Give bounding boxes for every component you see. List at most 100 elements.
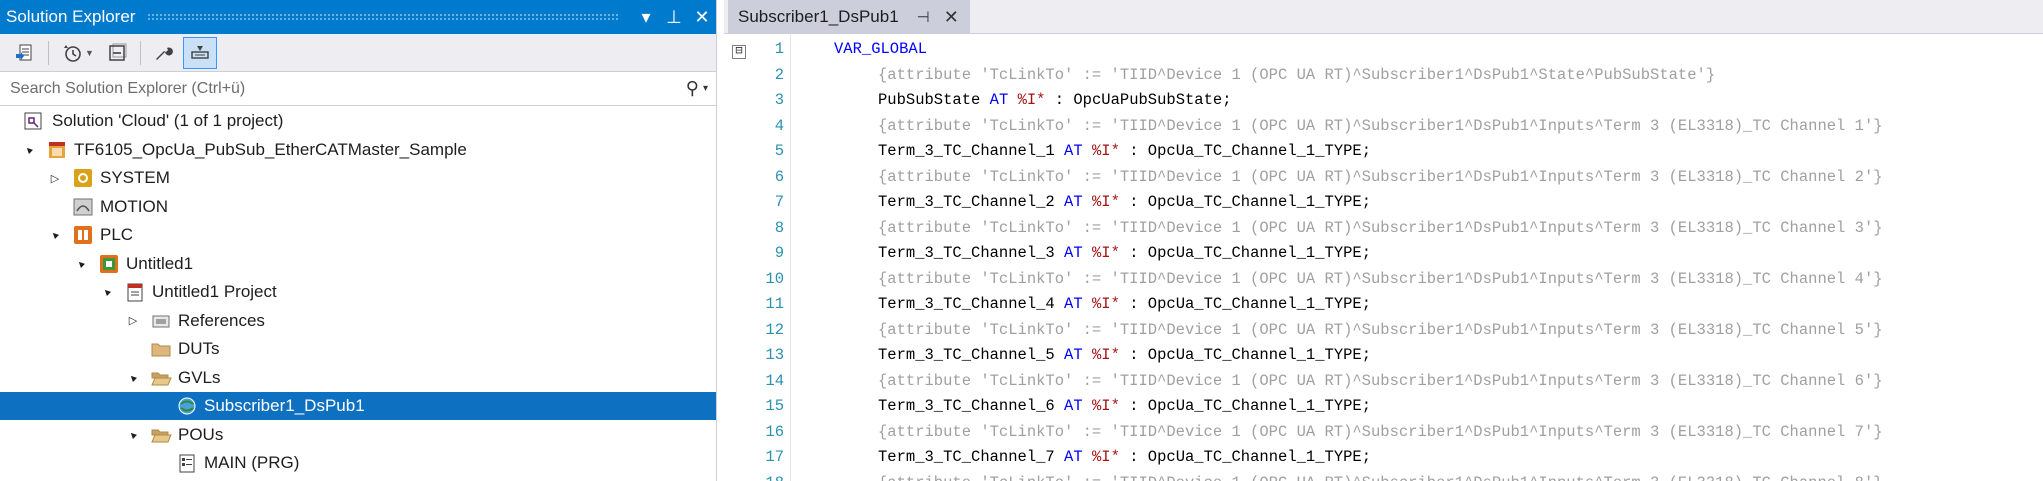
tree-node[interactable]: Subscriber1_DsPub1 xyxy=(0,392,716,420)
attribute-pragma: {attribute 'TcLinkTo' := 'TIID^Device 1 … xyxy=(878,474,1883,481)
line-number: 8 xyxy=(774,218,784,237)
keep-tab-open-pin-icon[interactable]: ⊣ xyxy=(917,8,930,26)
collapse-arrow-icon[interactable]: ▲ xyxy=(46,226,64,244)
expand-arrow-icon[interactable]: ▷ xyxy=(48,171,62,185)
variable-name: Term_3_TC_Channel_1 xyxy=(878,142,1055,160)
window-position-dropdown-icon[interactable]: ▾ xyxy=(632,7,660,28)
code-line[interactable]: 2 {attribute 'TcLinkTo' := 'TIID^Device 1… xyxy=(724,66,2043,92)
data-type: : OpcUa_TC_Channel_1_TYPE; xyxy=(1129,142,1372,160)
preview-selected-items-button[interactable] xyxy=(182,36,217,69)
solution-explorer-title-bar: Solution Explorer ▾ ⊥ ✕ xyxy=(0,0,716,34)
collapse-arrow-icon[interactable]: ▲ xyxy=(20,141,38,159)
code-text: Term_3_TC_Channel_2 AT %I* : OpcUa_TC_Ch… xyxy=(878,193,1371,211)
tree-node[interactable]: ▷ SYSTEM xyxy=(0,164,716,192)
code-line[interactable]: 12 {attribute 'TcLinkTo' := 'TIID^Device … xyxy=(724,321,2043,347)
properties-button[interactable] xyxy=(147,37,181,69)
close-icon[interactable]: ✕ xyxy=(688,7,716,28)
code-line[interactable]: 15 Term_3_TC_Channel_6 AT %I* : OpcUa_TC_… xyxy=(724,397,2043,423)
code-text: {attribute 'TcLinkTo' := 'TIID^Device 1 … xyxy=(878,321,1883,339)
keyword-var-global: VAR_GLOBAL xyxy=(834,40,928,58)
tree-node[interactable]: ▲ TF6105_OpcUa_PubSub_EtherCATMaster_Samp… xyxy=(0,136,716,164)
code-line[interactable]: 8 {attribute 'TcLinkTo' := 'TIID^Device 1… xyxy=(724,219,2043,245)
address-spec: %I* xyxy=(1091,346,1120,364)
code-line[interactable]: 9 Term_3_TC_Channel_3 AT %I* : OpcUa_TC_C… xyxy=(724,244,2043,270)
code-area[interactable]: ⊟ 1 VAR_GLOBAL 2 {attribute 'TcLinkTo' := 'T… xyxy=(724,34,2043,481)
keyword-at: AT xyxy=(1064,448,1083,466)
pin-icon[interactable]: ⊥ xyxy=(660,7,688,28)
project-icon xyxy=(124,281,146,303)
tab-label: Subscriber1_DsPub1 xyxy=(738,7,899,26)
tree-node-label: TF6105_OpcUa_PubSub_EtherCATMaster_Sampl… xyxy=(74,139,467,159)
tree-node[interactable]: MAIN (PRG) xyxy=(0,449,716,477)
tree-node[interactable]: DUTs xyxy=(0,335,716,363)
collapse-all-icon xyxy=(109,43,127,61)
attribute-pragma: {attribute 'TcLinkTo' := 'TIID^Device 1 … xyxy=(878,167,1883,186)
code-line[interactable]: 14 {attribute 'TcLinkTo' := 'TIID^Device … xyxy=(724,372,2043,398)
tree-node[interactable]: MOTION xyxy=(0,193,716,221)
editor-tab-strip: Subscriber1_DsPub1 ⊣ ✕ xyxy=(724,0,2043,34)
address-spec: %I* xyxy=(1091,193,1120,211)
close-tab-icon[interactable]: ✕ xyxy=(944,7,959,28)
solution-explorer-panel: Solution Explorer ▾ ⊥ ✕ ▼ ⚲ ▾ Solution '… xyxy=(0,0,717,481)
code-text: {attribute 'TcLinkTo' := 'TIID^Device 1 … xyxy=(878,474,1883,481)
line-number: 18 xyxy=(744,474,784,481)
tab-subscriber1-dspub1[interactable]: Subscriber1_DsPub1 ⊣ ✕ xyxy=(728,0,970,34)
code-line[interactable]: 6 {attribute 'TcLinkTo' := 'TIID^Device 1… xyxy=(724,168,2043,194)
collapse-arrow-icon[interactable]: ▲ xyxy=(124,426,142,444)
collapse-arrow-icon[interactable]: ▲ xyxy=(124,369,142,387)
code-line[interactable]: 17 Term_3_TC_Channel_7 AT %I* : OpcUa_TC_… xyxy=(724,448,2043,474)
data-type: : OpcUaPubSubState; xyxy=(1054,91,1232,109)
gvl-icon xyxy=(176,395,198,417)
code-line[interactable]: 10 {attribute 'TcLinkTo' := 'TIID^Device … xyxy=(724,270,2043,296)
tree-node[interactable]: ▲ GVLs xyxy=(0,364,716,392)
address-spec: %I* xyxy=(1091,142,1120,160)
tree-node[interactable]: ▲ PLC xyxy=(0,221,716,249)
line-number: 3 xyxy=(774,91,784,109)
search-options-chevron-icon[interactable]: ▾ xyxy=(703,83,708,94)
code-line[interactable]: 11 Term_3_TC_Channel_4 AT %I* : OpcUa_TC_… xyxy=(724,295,2043,321)
collapse-all-button[interactable] xyxy=(100,37,134,69)
tree-node-label: References xyxy=(178,310,265,330)
tree-node[interactable]: ▲ POUs xyxy=(0,421,716,449)
code-line[interactable]: 13 Term_3_TC_Channel_5 AT %I* : OpcUa_TC_… xyxy=(724,346,2043,372)
tree-node-label: Solution 'Cloud' (1 of 1 project) xyxy=(52,111,284,130)
tree-node[interactable]: ▲ Untitled1 xyxy=(0,250,716,278)
variable-name: Term_3_TC_Channel_4 xyxy=(878,295,1055,313)
search-input[interactable] xyxy=(8,78,686,99)
collapse-arrow-icon[interactable]: ▲ xyxy=(98,283,116,301)
folder-icon xyxy=(150,338,172,360)
search-icon[interactable]: ⚲ xyxy=(686,78,699,99)
tree-node[interactable]: Solution 'Cloud' (1 of 1 project) xyxy=(0,107,716,135)
tree-node[interactable]: ▲ Untitled1 Project xyxy=(0,278,716,306)
tree-node-label: PLC xyxy=(100,225,134,244)
switch-views-icon xyxy=(16,44,32,60)
attribute-pragma: {attribute 'TcLinkTo' := 'TIID^Device 1 … xyxy=(878,116,1883,135)
code-line[interactable]: 18 {attribute 'TcLinkTo' := 'TIID^Device … xyxy=(724,474,2043,481)
keyword-at: AT xyxy=(1064,142,1083,160)
code-line[interactable]: 16 {attribute 'TcLinkTo' := 'TIID^Device … xyxy=(724,423,2043,449)
code-line[interactable]: 3 PubSubState AT %I* : OpcUaPubSubState; xyxy=(724,91,2043,117)
code-line[interactable]: ⊟ 1 VAR_GLOBAL xyxy=(724,40,2043,66)
code-text: {attribute 'TcLinkTo' := 'TIID^Device 1 … xyxy=(878,270,1883,288)
tree-node[interactable]: ▷ References xyxy=(0,307,716,335)
code-text: VAR_GLOBAL xyxy=(834,40,927,58)
switch-views-button[interactable] xyxy=(8,37,42,69)
expand-arrow-icon[interactable]: ▷ xyxy=(126,314,140,328)
solution-explorer-toolbar: ▼ xyxy=(0,34,716,72)
solution-explorer-search: ⚲ ▾ xyxy=(0,72,716,106)
data-type: : OpcUa_TC_Channel_1_TYPE; xyxy=(1129,193,1372,211)
code-line[interactable]: 7 Term_3_TC_Channel_2 AT %I* : OpcUa_TC_C… xyxy=(724,193,2043,219)
code-text: {attribute 'TcLinkTo' := 'TIID^Device 1 … xyxy=(878,66,1715,84)
chevron-down-icon[interactable]: ▼ xyxy=(85,48,94,58)
data-type: : OpcUa_TC_Channel_1_TYPE; xyxy=(1129,244,1372,262)
code-line[interactable]: 4 {attribute 'TcLinkTo' := 'TIID^Device 1… xyxy=(724,117,2043,143)
collapse-arrow-icon[interactable]: ▲ xyxy=(72,255,90,273)
pending-changes-filter-button[interactable] xyxy=(55,37,89,69)
code-text: Term_3_TC_Channel_7 AT %I* : OpcUa_TC_Ch… xyxy=(878,448,1371,466)
code-text: {attribute 'TcLinkTo' := 'TIID^Device 1 … xyxy=(878,117,1883,135)
history-clock-icon xyxy=(64,44,81,62)
drag-grip[interactable] xyxy=(147,12,618,22)
line-number: 2 xyxy=(774,65,784,84)
solution-icon xyxy=(22,110,44,132)
code-line[interactable]: 5 Term_3_TC_Channel_1 AT %I* : OpcUa_TC_C… xyxy=(724,142,2043,168)
